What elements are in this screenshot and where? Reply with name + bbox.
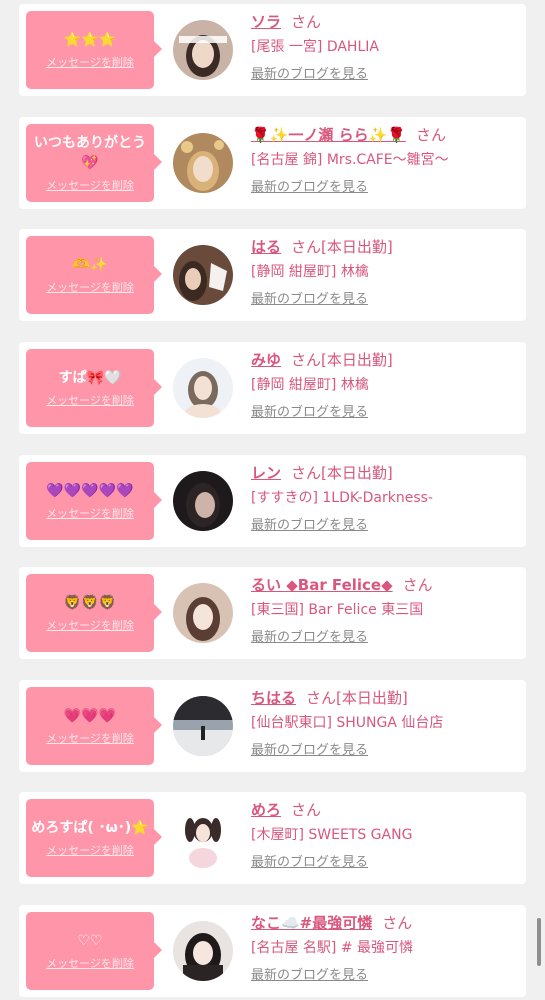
cast-name-link[interactable]: めろ <box>251 801 281 819</box>
message-text: ⭐⭐⭐ <box>63 32 117 48</box>
cast-info: なこ☁️#最強可憐 さん [名古屋 名駅] # 最強可憐 最新のブログを見る <box>251 913 521 985</box>
cast-info: レン さん[本日出勤] [すすきの] 1LDK-Darkness- 最新のブログを… <box>251 463 521 535</box>
shop-label: [静岡 紺屋町] 林檎 <box>251 264 369 280</box>
message-text: 🦁🦁🦁 <box>63 595 117 611</box>
message-text: 💜💜💜💜💜 <box>46 483 134 499</box>
honorific: さん <box>291 801 322 819</box>
cast-name-link[interactable]: はる <box>251 238 281 256</box>
honorific: さん <box>402 576 433 594</box>
message-bubble: 💗💗💗 メッセージを削除 <box>26 687 162 765</box>
honorific: さん <box>291 351 322 369</box>
delete-message-link[interactable]: メッセージを削除 <box>46 505 134 521</box>
cast-info: るい ◆Bar Felice◆ さん [東三国] Bar Felice 東三国 最… <box>251 575 521 647</box>
view-blog-link[interactable]: 最新のブログを見る <box>251 854 368 872</box>
avatar[interactable] <box>173 471 233 531</box>
honorific: さん <box>306 689 337 707</box>
scrollbar[interactable] <box>537 918 541 966</box>
cast-name-link[interactable]: ソラ <box>251 13 281 31</box>
message-text: 💗💗💗 <box>63 708 117 724</box>
message-card: 🦁🦁🦁 メッセージを削除 るい ◆Bar Felice◆ さん [東三国] Bar… <box>19 567 526 659</box>
message-bubble: 🦁🦁🦁 メッセージを削除 <box>26 574 162 652</box>
avatar[interactable] <box>173 133 233 193</box>
shop-label: [仙台駅東口] SHUNGA 仙台店 <box>251 715 444 731</box>
status-label: [本日出勤] <box>321 238 393 256</box>
view-blog-link[interactable]: 最新のブログを見る <box>251 404 368 422</box>
shop-label: [名古屋 名駅] # 最強可憐 <box>251 940 414 956</box>
delete-message-link[interactable]: メッセージを削除 <box>46 617 134 633</box>
shop-label: [すすきの] 1LDK-Darkness- <box>251 490 433 506</box>
message-card: ⭐⭐⭐ メッセージを削除 ソラ さん [尾張 一宮] DAHLIA 最新のブログを… <box>19 4 526 96</box>
message-bubble: すぱ🎀🤍 メッセージを削除 <box>26 349 162 427</box>
shop-label: [木屋町] SWEETS GANG <box>251 827 413 843</box>
view-blog-link[interactable]: 最新のブログを見る <box>251 291 368 309</box>
message-card: すぱ🎀🤍 メッセージを削除 みゆ さん[本日出勤] [静岡 紺屋町] 林檎 最新の… <box>19 342 526 434</box>
status-label: [本日出勤] <box>336 689 408 707</box>
message-text: すぱ🎀🤍 <box>58 370 122 386</box>
shop-label: [東三国] Bar Felice 東三国 <box>251 602 424 618</box>
avatar[interactable] <box>173 921 233 981</box>
delete-message-link[interactable]: メッセージを削除 <box>46 279 134 295</box>
cast-info: ソラ さん [尾張 一宮] DAHLIA 最新のブログを見る <box>251 12 521 84</box>
delete-message-link[interactable]: メッセージを削除 <box>46 54 134 70</box>
delete-message-link[interactable]: メッセージを削除 <box>46 177 134 193</box>
message-bubble: 🫶✨ メッセージを削除 <box>26 236 162 314</box>
avatar[interactable] <box>173 808 233 868</box>
cast-name-link[interactable]: レン <box>251 464 281 482</box>
delete-message-link[interactable]: メッセージを削除 <box>46 392 134 408</box>
avatar[interactable] <box>173 358 233 418</box>
cast-info: めろ さん [木屋町] SWEETS GANG 最新のブログを見る <box>251 800 521 872</box>
status-label: [本日出勤] <box>321 351 393 369</box>
message-card: めろすぱ( ･ω･)⭐ メッセージを削除 めろ さん [木屋町] SWEETS G… <box>19 792 526 884</box>
view-blog-link[interactable]: 最新のブログを見る <box>251 629 368 647</box>
cast-name-link[interactable]: なこ☁️#最強可憐 <box>251 914 372 932</box>
delete-message-link[interactable]: メッセージを削除 <box>46 842 134 858</box>
honorific: さん <box>291 238 322 256</box>
message-card: 🫶✨ メッセージを削除 はる さん[本日出勤] [静岡 紺屋町] 林檎 最新のブロ… <box>19 229 526 321</box>
shop-label: [名古屋 錦] Mrs.CAFE〜雛宮〜 <box>251 152 449 168</box>
avatar[interactable] <box>173 245 233 305</box>
cast-info: ちはる さん[本日出勤] [仙台駅東口] SHUNGA 仙台店 最新のブログを見る <box>251 688 521 760</box>
message-bubble: ♡♡ メッセージを削除 <box>26 912 162 990</box>
message-card: 💜💜💜💜💜 メッセージを削除 レン さん[本日出勤] [すすきの] 1LDK-Da… <box>19 455 526 547</box>
message-card: 💗💗💗 メッセージを削除 ちはる さん[本日出勤] [仙台駅東口] SHUNGA … <box>19 680 526 772</box>
view-blog-link[interactable]: 最新のブログを見る <box>251 179 368 197</box>
cast-info: 🌹✨一ノ瀬 らら✨🌹 さん [名古屋 錦] Mrs.CAFE〜雛宮〜 最新のブログ… <box>251 125 521 197</box>
message-text: いつもありがとう💖 <box>34 135 146 171</box>
cast-info: はる さん[本日出勤] [静岡 紺屋町] 林檎 最新のブログを見る <box>251 237 521 309</box>
cast-name-link[interactable]: みゆ <box>251 351 281 369</box>
status-label: [本日出勤] <box>321 464 393 482</box>
avatar[interactable] <box>173 20 233 80</box>
delete-message-link[interactable]: メッセージを削除 <box>46 730 134 746</box>
message-bubble: めろすぱ( ･ω･)⭐ メッセージを削除 <box>26 799 162 877</box>
view-blog-link[interactable]: 最新のブログを見る <box>251 517 368 535</box>
shop-label: [尾張 一宮] DAHLIA <box>251 39 379 55</box>
message-text: 🫶✨ <box>72 257 108 273</box>
shop-label: [静岡 紺屋町] 林檎 <box>251 377 369 393</box>
message-bubble: 💜💜💜💜💜 メッセージを削除 <box>26 462 162 540</box>
avatar[interactable] <box>173 583 233 643</box>
delete-message-link[interactable]: メッセージを削除 <box>46 955 134 971</box>
message-bubble: ⭐⭐⭐ メッセージを削除 <box>26 11 162 89</box>
cast-info: みゆ さん[本日出勤] [静岡 紺屋町] 林檎 最新のブログを見る <box>251 350 521 422</box>
honorific: さん <box>291 13 322 31</box>
message-card: ♡♡ メッセージを削除 なこ☁️#最強可憐 さん [名古屋 名駅] # 最強可憐 … <box>19 905 526 997</box>
honorific: さん <box>291 464 322 482</box>
message-card: いつもありがとう💖 メッセージを削除 🌹✨一ノ瀬 らら✨🌹 さん [名古屋 錦] … <box>19 117 526 209</box>
message-text: ♡♡ <box>77 933 103 949</box>
honorific: さん <box>382 914 413 932</box>
view-blog-link[interactable]: 最新のブログを見る <box>251 742 368 760</box>
message-text: めろすぱ( ･ω･)⭐ <box>31 820 149 836</box>
message-bubble: いつもありがとう💖 メッセージを削除 <box>26 124 162 202</box>
avatar[interactable] <box>173 696 233 756</box>
cast-name-link[interactable]: るい ◆Bar Felice◆ <box>251 576 393 594</box>
message-list: ⭐⭐⭐ メッセージを削除 ソラ さん [尾張 一宮] DAHLIA 最新のブログを… <box>0 0 545 1000</box>
cast-name-link[interactable]: 🌹✨一ノ瀬 らら✨🌹 <box>251 126 406 144</box>
view-blog-link[interactable]: 最新のブログを見る <box>251 66 368 84</box>
view-blog-link[interactable]: 最新のブログを見る <box>251 967 368 985</box>
cast-name-link[interactable]: ちはる <box>251 689 296 707</box>
honorific: さん <box>415 126 446 144</box>
